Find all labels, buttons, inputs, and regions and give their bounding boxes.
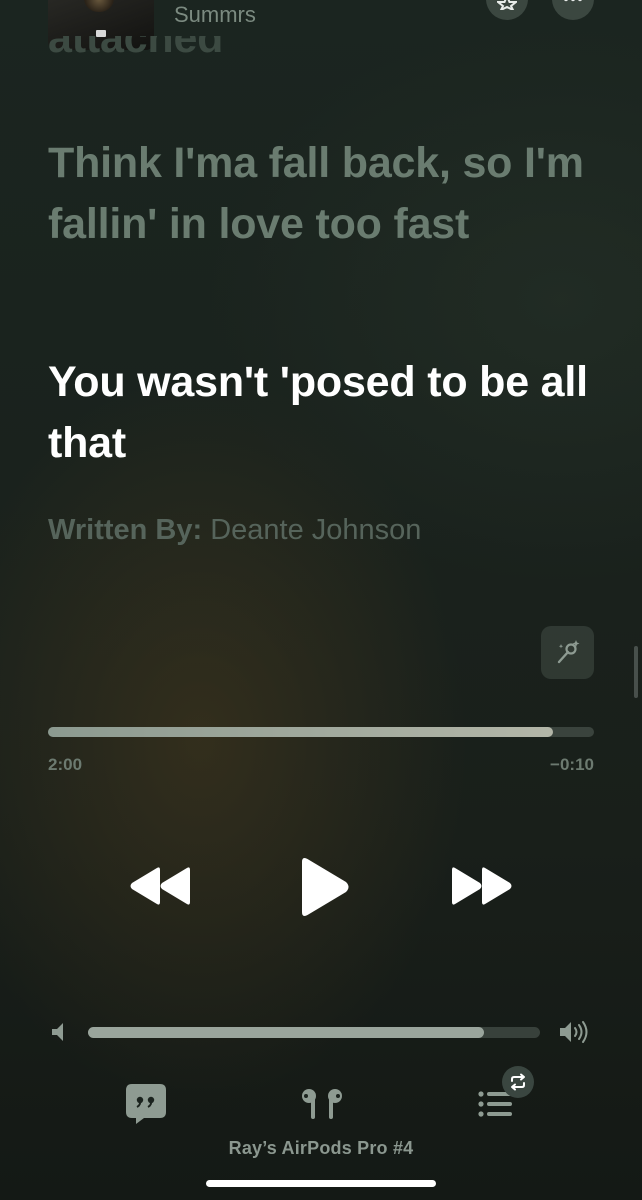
remaining-time: −0:10 bbox=[550, 755, 594, 774]
lyric-line-current[interactable]: You wasn't 'posed to be all that bbox=[48, 352, 608, 474]
credits-value: Deante Johnson bbox=[210, 514, 422, 546]
lyric-line-past[interactable]: Think I'ma fall back, so I'm fallin' in … bbox=[48, 133, 608, 255]
microphone-sparkle-icon bbox=[557, 640, 580, 664]
rewind-icon bbox=[130, 867, 190, 905]
fast-forward-icon bbox=[452, 867, 512, 905]
more-button[interactable] bbox=[552, 0, 594, 20]
repeat-badge bbox=[502, 1066, 534, 1098]
credits-label: Written By: bbox=[48, 514, 203, 546]
album-art-figure bbox=[84, 0, 114, 12]
artist-name[interactable]: Summrs bbox=[174, 2, 256, 28]
playback-scrubber[interactable] bbox=[48, 727, 594, 737]
play-button[interactable] bbox=[296, 856, 352, 923]
volume-min-icon bbox=[50, 1021, 68, 1048]
volume-max-icon bbox=[558, 1019, 594, 1050]
scroll-indicator[interactable] bbox=[634, 646, 638, 698]
airplay-button[interactable] bbox=[298, 1088, 346, 1127]
lyric-text: attached bbox=[48, 36, 224, 62]
previous-track-button[interactable] bbox=[128, 866, 192, 911]
star-icon bbox=[497, 0, 517, 10]
songwriter-credits: Written By: Deante Johnson bbox=[48, 514, 421, 547]
output-device-name[interactable]: Ray’s AirPods Pro #4 bbox=[0, 1138, 642, 1159]
playback-progress-fill bbox=[48, 727, 553, 737]
quote-bubble-icon bbox=[126, 1084, 166, 1124]
airpods-icon bbox=[302, 1089, 342, 1119]
ellipsis-icon bbox=[564, 0, 582, 2]
favorite-button[interactable] bbox=[486, 0, 528, 20]
volume-slider[interactable] bbox=[88, 1027, 540, 1038]
home-indicator[interactable] bbox=[206, 1180, 436, 1187]
elapsed-time: 2:00 bbox=[48, 755, 83, 774]
play-icon bbox=[302, 858, 349, 916]
lyric-line-previous[interactable]: attached bbox=[48, 36, 608, 86]
sing-button[interactable] bbox=[541, 626, 594, 679]
volume-level-fill bbox=[88, 1027, 484, 1038]
repeat-icon bbox=[511, 1073, 525, 1091]
lyrics-button[interactable] bbox=[124, 1082, 168, 1131]
next-track-button[interactable] bbox=[450, 866, 514, 911]
